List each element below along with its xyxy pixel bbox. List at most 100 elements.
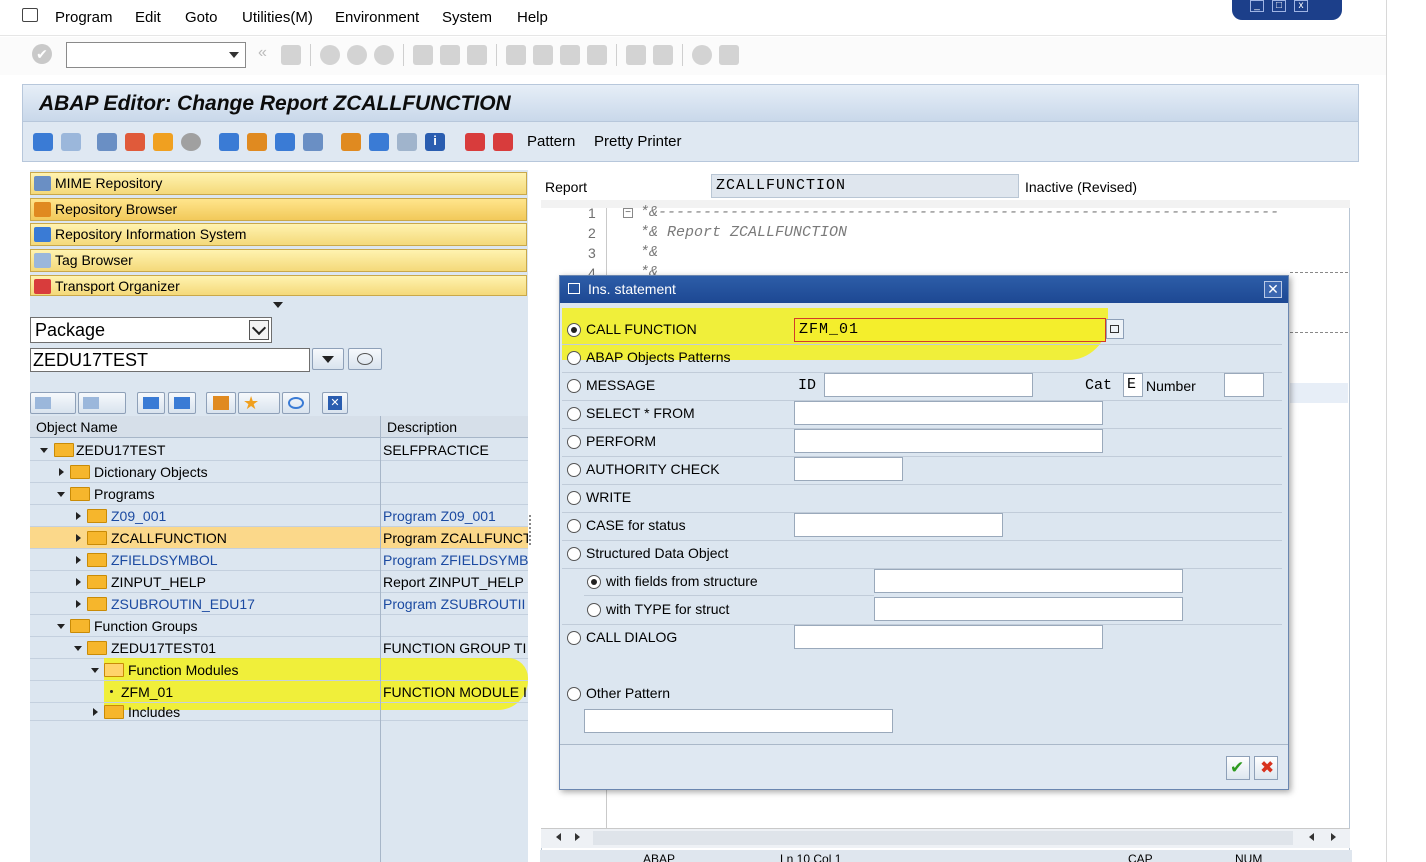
shortcut-icon[interactable] <box>653 45 673 65</box>
authority-object-input[interactable] <box>794 457 903 481</box>
tree-row[interactable]: ZSUBROUTIN_EDU17 Program ZSUBROUTII <box>30 593 528 615</box>
tree-row[interactable]: Includes <box>30 701 528 721</box>
find-icon[interactable] <box>440 45 460 65</box>
tree-row[interactable]: ZEDU17TEST SELFPRACTICE <box>30 439 528 461</box>
perform-form-input[interactable] <box>794 429 1103 453</box>
radio-call-function[interactable] <box>567 323 581 337</box>
splitter-handle[interactable] <box>529 515 533 545</box>
first-page-icon[interactable] <box>506 45 526 65</box>
collapse-icon[interactable]: « <box>258 44 267 62</box>
menu-help[interactable]: Help <box>517 9 548 26</box>
where-used-icon[interactable] <box>247 133 267 151</box>
forward-arrow-icon[interactable] <box>61 133 81 151</box>
object-list-icon[interactable] <box>275 133 295 151</box>
chevron-right-icon[interactable] <box>76 534 81 542</box>
editor-horizontal-scrollbar[interactable] <box>541 828 1350 848</box>
save-icon[interactable] <box>281 45 301 65</box>
find-next-icon[interactable] <box>467 45 487 65</box>
tree-row[interactable]: ZFIELDSYMBOL Program ZFIELDSYMB <box>30 549 528 571</box>
favorites-button[interactable]: ★ <box>238 392 280 414</box>
chevron-down-icon[interactable] <box>74 646 82 651</box>
select-table-input[interactable] <box>794 401 1103 425</box>
tree-row[interactable]: ZCALLFUNCTION Program ZCALLFUNCT <box>30 527 528 549</box>
set-breakpoint-icon[interactable] <box>465 133 485 151</box>
chevron-down-icon[interactable] <box>229 52 239 58</box>
radio-message[interactable] <box>567 379 581 393</box>
minimize-icon[interactable]: _ <box>1250 0 1264 12</box>
repository-browser-button[interactable]: Repository Browser <box>30 198 527 221</box>
repository-info-system-button[interactable]: Repository Information System <box>30 223 527 246</box>
tree-row[interactable]: Z09_001 Program Z09_001 <box>30 505 528 527</box>
continue-button[interactable]: ✔ <box>1226 756 1250 780</box>
object-name-input[interactable]: ZEDU17TEST <box>30 348 310 372</box>
dialog-title-bar[interactable]: Ins. statement <box>560 276 1288 303</box>
radio-authority-check[interactable] <box>567 463 581 477</box>
menu-system[interactable]: System <box>442 9 492 26</box>
chevron-right-icon[interactable] <box>76 600 81 608</box>
cancel-button[interactable]: ✖ <box>1254 756 1278 780</box>
radio-call-dialog[interactable] <box>567 631 581 645</box>
enhance-icon[interactable] <box>369 133 389 151</box>
message-number-input[interactable] <box>1224 373 1264 397</box>
object-type-select[interactable]: Package <box>30 317 272 343</box>
pattern-button[interactable]: Pattern <box>527 133 575 150</box>
new-session-icon[interactable] <box>626 45 646 65</box>
tree-row[interactable]: Programs <box>30 483 528 505</box>
previous-object-button[interactable] <box>30 392 76 414</box>
other-object-icon[interactable] <box>125 133 145 151</box>
info-icon[interactable]: i <box>425 133 445 151</box>
close-window-icon[interactable]: x <box>1294 0 1308 12</box>
last-page-icon[interactable] <box>587 45 607 65</box>
previous-page-icon[interactable] <box>533 45 553 65</box>
navigation-icon[interactable] <box>303 133 323 151</box>
radio-with-type[interactable] <box>587 603 601 617</box>
menu-goto[interactable]: Goto <box>185 9 218 26</box>
hierarchy-icon[interactable] <box>341 133 361 151</box>
other-pattern-input[interactable] <box>584 709 893 733</box>
tree-row[interactable]: ZEDU17TEST01 FUNCTION GROUP TI <box>30 637 528 659</box>
display-change-icon[interactable] <box>97 133 117 151</box>
menu-environment[interactable]: Environment <box>335 9 419 26</box>
scroll-thumb[interactable] <box>593 831 1293 845</box>
radio-select[interactable] <box>567 407 581 421</box>
chevron-right-icon[interactable] <box>76 556 81 564</box>
back-icon[interactable] <box>320 45 340 65</box>
scroll-right-icon[interactable] <box>1331 833 1336 841</box>
tree-row[interactable]: ZFM_01 FUNCTION MODULE I <box>30 681 528 703</box>
maximize-icon[interactable]: □ <box>1272 0 1286 12</box>
tree-row[interactable]: ZINPUT_HELP Report ZINPUT_HELP <box>30 571 528 593</box>
scroll-right-icon[interactable] <box>575 833 580 841</box>
enter-icon[interactable]: ✔ <box>32 44 52 64</box>
menu-edit[interactable]: Edit <box>135 9 161 26</box>
pretty-printer-button[interactable]: Pretty Printer <box>594 133 682 150</box>
value-help-icon[interactable] <box>1106 319 1124 339</box>
next-page-icon[interactable] <box>560 45 580 65</box>
chevron-down-icon[interactable] <box>40 448 48 453</box>
chevron-right-icon[interactable] <box>76 512 81 520</box>
scroll-left-icon[interactable] <box>556 833 561 841</box>
next-object-button[interactable] <box>78 392 126 414</box>
case-status-input[interactable] <box>794 513 1003 537</box>
radio-with-fields[interactable] <box>587 575 601 589</box>
chevron-right-icon[interactable] <box>93 708 98 716</box>
radio-write[interactable] <box>567 491 581 505</box>
stop-breakpoint-icon[interactable] <box>493 133 513 151</box>
tree-row[interactable]: Dictionary Objects <box>30 461 528 483</box>
list-icon[interactable] <box>397 133 417 151</box>
collapse-block-icon[interactable]: − <box>623 208 633 218</box>
cancel-icon[interactable] <box>374 45 394 65</box>
scroll-left-icon[interactable] <box>1309 833 1314 841</box>
chevron-down-icon[interactable] <box>57 492 65 497</box>
message-id-input[interactable] <box>824 373 1033 397</box>
caret-down-icon[interactable] <box>273 302 283 308</box>
radio-perform[interactable] <box>567 435 581 449</box>
menu-utilities[interactable]: Utilities(M) <box>242 9 313 26</box>
collapse-all-button[interactable] <box>168 392 196 414</box>
tag-browser-button[interactable]: Tag Browser <box>30 249 527 272</box>
radio-other-pattern[interactable] <box>567 687 581 701</box>
call-dialog-input[interactable] <box>794 625 1103 649</box>
refresh-button[interactable] <box>282 392 310 414</box>
print-icon[interactable] <box>413 45 433 65</box>
exit-icon[interactable] <box>347 45 367 65</box>
close-icon[interactable]: ✕ <box>1264 281 1282 298</box>
